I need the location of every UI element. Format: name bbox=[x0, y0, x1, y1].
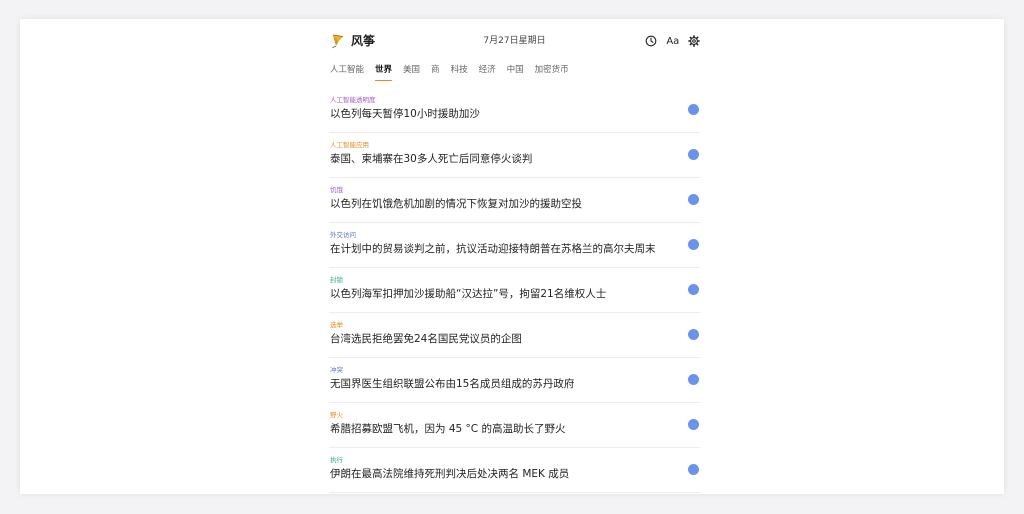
read-indicator-icon[interactable] bbox=[688, 104, 699, 115]
app-name: 风筝 bbox=[351, 34, 376, 48]
read-indicator-icon[interactable] bbox=[688, 374, 699, 385]
story-row[interactable]: 封锁以色列海军扣押加沙援助船“汉达拉”号，拘留21名维权人士 bbox=[329, 268, 700, 313]
story-category: 野火 bbox=[330, 411, 343, 419]
story-category: 选举 bbox=[330, 321, 343, 329]
story-title[interactable]: 以色列每天暂停10小时援助加沙 bbox=[330, 107, 480, 121]
story-title[interactable]: 在计划中的贸易谈判之前，抗议活动迎接特朗普在苏格兰的高尔夫周末 bbox=[330, 242, 656, 256]
current-date: 7月27日星期日 bbox=[483, 36, 546, 46]
history-button[interactable] bbox=[645, 31, 657, 51]
tab-0[interactable]: 人工智能 bbox=[330, 63, 364, 79]
tab-5[interactable]: 经济 bbox=[479, 63, 496, 79]
story-row[interactable]: 外交访问在计划中的贸易谈判之前，抗议活动迎接特朗普在苏格兰的高尔夫周末 bbox=[329, 223, 700, 268]
text-size-icon: Aa bbox=[666, 35, 679, 47]
app-window: 风筝 7月27日星期日 Aa 人工智能 世界 美国 商 科技 经济 中国 加密货… bbox=[20, 19, 1004, 494]
read-indicator-icon[interactable] bbox=[688, 194, 699, 205]
main-content: 风筝 7月27日星期日 Aa 人工智能 世界 美国 商 科技 经济 中国 加密货… bbox=[329, 19, 700, 494]
header-tools: Aa bbox=[645, 31, 700, 51]
read-indicator-icon[interactable] bbox=[688, 419, 699, 430]
story-row[interactable]: 野火希腊招募欧盟飞机，因为 45 °C 的高温助长了野火 bbox=[329, 403, 700, 448]
story-row[interactable]: 人工智能透明度以色列每天暂停10小时援助加沙 bbox=[329, 88, 700, 133]
clock-icon bbox=[646, 35, 657, 47]
tab-4[interactable]: 科技 bbox=[451, 63, 468, 79]
settings-button[interactable] bbox=[688, 31, 700, 51]
read-indicator-icon[interactable] bbox=[688, 284, 699, 295]
story-category: 饥饿 bbox=[330, 186, 343, 194]
story-title[interactable]: 希腊招募欧盟飞机，因为 45 °C 的高温助长了野火 bbox=[330, 422, 565, 436]
story-category: 外交访问 bbox=[330, 231, 356, 239]
story-category: 人工智能应用 bbox=[330, 141, 369, 149]
tab-1[interactable]: 世界 bbox=[375, 63, 393, 81]
tab-2[interactable]: 美国 bbox=[403, 63, 420, 79]
story-category: 人工智能透明度 bbox=[330, 96, 376, 104]
story-title[interactable]: 无国界医生组织联盟公布由15名成员组成的苏丹政府 bbox=[330, 377, 574, 391]
font-size-button[interactable]: Aa bbox=[666, 31, 679, 51]
story-title[interactable]: 以色列在饥饿危机加剧的情况下恢复对加沙的援助空投 bbox=[330, 197, 582, 211]
kite-logo-icon bbox=[332, 34, 344, 49]
story-category: 封锁 bbox=[330, 276, 343, 284]
header-bar: 风筝 7月27日星期日 Aa bbox=[329, 31, 700, 51]
story-list: 人工智能透明度以色列每天暂停10小时援助加沙人工智能应用泰国、柬埔寨在30多人死… bbox=[329, 88, 700, 493]
story-row[interactable]: 选举台湾选民拒绝罢免24名国民党议员的企图 bbox=[329, 313, 700, 358]
story-title[interactable]: 台湾选民拒绝罢免24名国民党议员的企图 bbox=[330, 332, 522, 346]
tab-6[interactable]: 中国 bbox=[507, 63, 524, 79]
tab-3[interactable]: 商 bbox=[431, 63, 440, 79]
read-indicator-icon[interactable] bbox=[688, 329, 699, 340]
category-tabs: 人工智能 世界 美国商科技 经济 中国 加密货币 bbox=[330, 63, 569, 81]
gear-icon bbox=[688, 35, 700, 47]
tab-7[interactable]: 加密货币 bbox=[535, 63, 569, 79]
story-category: 冲突 bbox=[330, 366, 343, 374]
story-title[interactable]: 泰国、柬埔寨在30多人死亡后同意停火谈判 bbox=[330, 152, 532, 166]
read-indicator-icon[interactable] bbox=[688, 464, 699, 475]
story-row[interactable]: 执行伊朗在最高法院维持死刑判决后处决两名 MEK 成员 bbox=[329, 448, 700, 493]
story-category: 执行 bbox=[330, 456, 343, 464]
story-row[interactable]: 冲突无国界医生组织联盟公布由15名成员组成的苏丹政府 bbox=[329, 358, 700, 403]
read-indicator-icon[interactable] bbox=[688, 149, 699, 160]
story-title[interactable]: 以色列海军扣押加沙援助船“汉达拉”号，拘留21名维权人士 bbox=[330, 287, 606, 301]
brand[interactable]: 风筝 bbox=[330, 31, 375, 51]
read-indicator-icon[interactable] bbox=[688, 239, 699, 250]
story-row[interactable]: 饥饿以色列在饥饿危机加剧的情况下恢复对加沙的援助空投 bbox=[329, 178, 700, 223]
story-row[interactable]: 人工智能应用泰国、柬埔寨在30多人死亡后同意停火谈判 bbox=[329, 133, 700, 178]
story-title[interactable]: 伊朗在最高法院维持死刑判决后处决两名 MEK 成员 bbox=[330, 467, 569, 481]
